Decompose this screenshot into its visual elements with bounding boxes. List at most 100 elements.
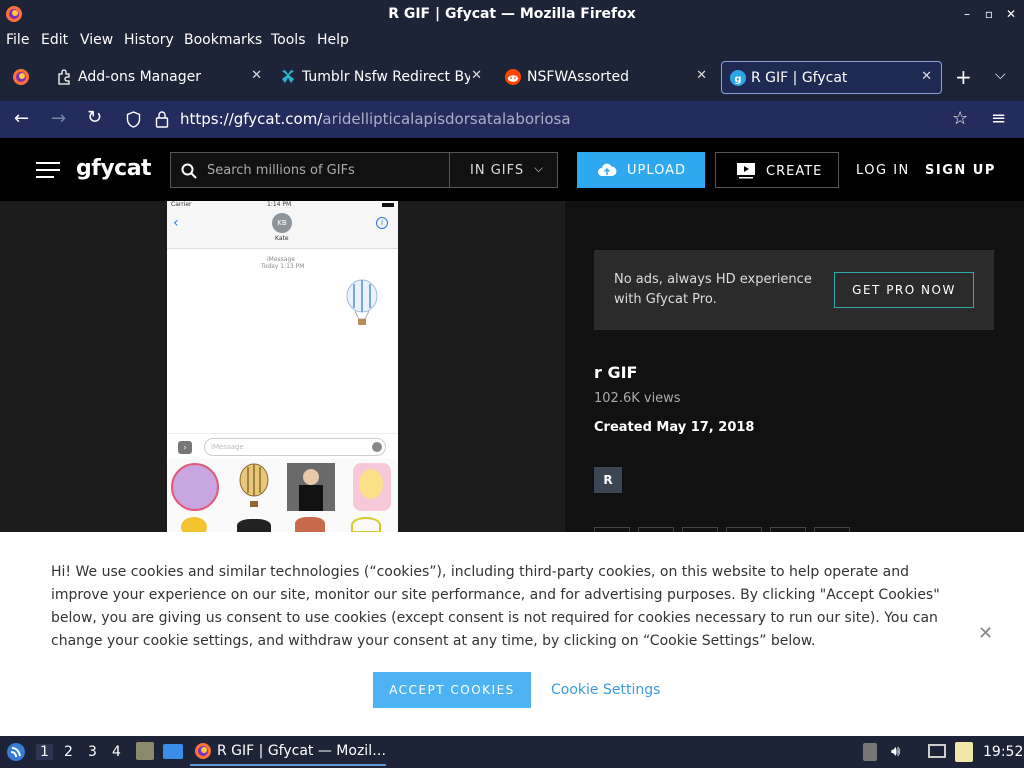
tab-label: NSFWAssorted [527,69,629,85]
network-icon[interactable] [928,744,946,758]
clock: 19:52 [983,744,1024,760]
hamburger-menu-icon[interactable]: ≡ [991,108,1006,129]
navigation-toolbar: ← → ↻ https://gfycat.com/aridellipticala… [0,101,1024,138]
bookmark-star-icon[interactable]: ☆ [952,108,968,129]
gif-player[interactable]: Carrier 1:14 PM ‹ KB Kate i iMessage Tod… [167,201,398,532]
battery-icon [382,203,394,207]
search-filter-dropdown[interactable]: IN GIFS ⌵ [449,153,557,187]
compose-bar: › iMessage [167,433,398,459]
accept-cookies-button[interactable]: ACCEPT COOKIES [373,672,531,708]
svg-text:g: g [734,74,741,85]
carrier-label: Carrier [171,201,192,208]
cookie-settings-link[interactable]: Cookie Settings [551,682,660,698]
login-link[interactable]: LOG IN [856,163,910,178]
url-bar[interactable]: https://gfycat.com/aridellipticalapisdor… [180,110,571,128]
storage-icon[interactable] [863,743,877,761]
phone-header: Carrier 1:14 PM ‹ KB Kate i [167,201,398,249]
pony-sticker [171,463,219,511]
upload-label: UPLOAD [627,163,687,178]
menu-bookmarks[interactable]: Bookmarks [184,32,262,48]
volume-icon[interactable]: 🔊︎ [891,742,900,760]
list-tabs-chevron-icon[interactable]: ⌵ [995,67,1006,83]
workspace-1[interactable]: 1 [36,744,53,760]
tab-addons-manager[interactable]: Add-ons Manager ✕ [54,61,264,94]
cat-sticker [237,519,271,532]
search-input[interactable]: Search millions of GIFs IN GIFS ⌵ [170,152,558,188]
back-chevron-icon: ‹ [173,215,179,231]
clipboard-icon[interactable] [955,742,973,762]
tag-badge[interactable]: R [594,467,622,493]
gif-details-panel: No ads, always HD experience with Gfycat… [565,201,1024,537]
menu-help[interactable]: Help [317,32,349,48]
pro-upsell-text: No ads, always HD experience with Gfycat… [614,272,812,307]
lock-icon[interactable] [155,110,169,128]
search-placeholder: Search millions of GIFs [207,163,355,178]
menu-file[interactable]: File [6,32,29,48]
menu-view[interactable]: View [80,32,113,48]
sun-sticker [351,517,381,532]
firefox-icon [195,743,211,759]
close-tab-icon[interactable]: ✕ [921,69,932,84]
view-count: 102.6K views [594,391,681,406]
reddit-icon [505,69,521,85]
search-icon [181,163,197,179]
site-menu-icon[interactable] [36,162,60,178]
filter-label: IN GIFS [470,163,525,178]
tab-nsfwassorted[interactable]: NSFWAssorted ✕ [503,61,709,94]
cookie-consent-banner: Hi! We use cookies and similar technolog… [0,532,1024,736]
pony-yellow-sticker [353,463,391,511]
menu-tools[interactable]: Tools [271,32,306,48]
food-sticker [295,517,325,532]
site-header: gfycat Search millions of GIFs IN GIFS ⌵… [0,138,1024,201]
taskbar-firefox-task[interactable]: R GIF | Gfycat — Mozil… [190,738,386,766]
main-content: Carrier 1:14 PM ‹ KB Kate i iMessage Tod… [0,201,1024,537]
gfycat-logo[interactable]: gfycat [76,156,152,181]
create-button[interactable]: CREATE [715,152,839,188]
menu-bar: File Edit View History Bookmarks Tools H… [0,29,1024,53]
workspace-3[interactable]: 3 [88,744,97,760]
minimize-button[interactable]: – [960,6,974,22]
show-desktop-icon[interactable] [163,744,183,759]
contact-name: Kate [275,235,289,242]
upload-button[interactable]: UPLOAD [577,152,705,188]
forward-arrow-icon[interactable]: → [51,108,66,129]
reload-icon[interactable]: ↻ [87,107,102,128]
app-drawer-icon: › [178,441,192,454]
signup-link[interactable]: SIGN UP [925,163,996,178]
workspace-4[interactable]: 4 [112,744,121,760]
tab-tumblr-redirect[interactable]: Tumblr Nsfw Redirect Byp ✕ [278,61,484,94]
file-manager-icon[interactable] [136,742,154,760]
close-tab-icon[interactable]: ✕ [471,68,482,83]
info-icon: i [376,217,388,229]
firefox-view-icon[interactable] [12,68,30,86]
new-tab-button[interactable]: + [955,65,972,89]
start-menu-icon[interactable] [6,742,26,762]
tab-label: Add-ons Manager [78,69,201,85]
create-video-icon [737,163,755,179]
close-tab-icon[interactable]: ✕ [696,68,707,83]
url-path: aridellipticalapisdorsatalaboriosa [322,110,571,128]
chevron-down-icon: ⌵ [534,161,545,175]
create-label: CREATE [766,164,823,179]
close-tab-icon[interactable]: ✕ [251,68,262,83]
tab-strip: Add-ons Manager ✕ Tumblr Nsfw Redirect B… [0,53,1024,101]
tab-label: R GIF | Gfycat [751,70,848,86]
back-arrow-icon[interactable]: ← [14,108,29,129]
workspace-2[interactable]: 2 [64,744,73,760]
phone-time: 1:14 PM [267,201,292,208]
shield-icon[interactable] [126,111,141,128]
get-pro-button[interactable]: GET PRO NOW [834,272,974,308]
tab-r-gif-gfycat[interactable]: g R GIF | Gfycat ✕ [721,61,942,94]
menu-history[interactable]: History [124,32,174,48]
maximize-button[interactable]: ▫ [982,6,996,22]
puzzle-icon [58,69,70,85]
hot-air-balloon-sticker [346,279,378,325]
close-window-button[interactable]: ✕ [1004,6,1018,22]
close-icon[interactable]: ✕ [978,623,993,644]
menu-edit[interactable]: Edit [41,32,68,48]
window-titlebar: R GIF | Gfycat — Mozilla Firefox – ▫ ✕ [0,0,1024,29]
created-date: Created May 17, 2018 [594,420,755,435]
message-timestamp: Today 1:13 PM [261,263,305,270]
balloon-sticker [239,463,269,507]
tumblr-ext-icon [282,70,294,83]
